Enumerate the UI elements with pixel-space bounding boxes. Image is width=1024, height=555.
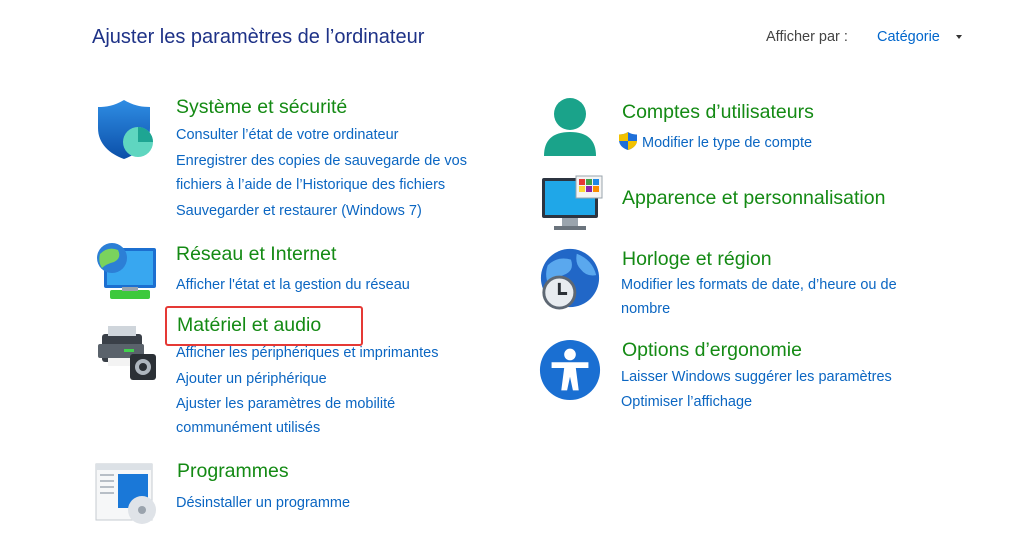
- printer-icon: [98, 326, 156, 380]
- view-by-dropdown[interactable]: Catégorie: [877, 29, 940, 45]
- link-mobility-settings[interactable]: Ajuster les paramètres de mobilité: [176, 392, 395, 417]
- category-network-internet[interactable]: Réseau et Internet: [176, 243, 336, 266]
- link-mobility-settings-cont[interactable]: communément utilisés: [176, 416, 320, 441]
- category-programs[interactable]: Programmes: [177, 460, 289, 483]
- link-date-time-formats-cont[interactable]: nombre: [621, 297, 670, 322]
- user-accounts-icon: [544, 98, 596, 156]
- link-backup-restore[interactable]: Sauvegarder et restaurer (Windows 7): [176, 199, 422, 224]
- category-ease-of-access[interactable]: Options d’ergonomie: [622, 339, 802, 362]
- programs-icon: [95, 463, 156, 524]
- accessibility-icon: [539, 339, 601, 401]
- link-save-backup-copies[interactable]: Enregistrer des copies de sauvegarde de …: [176, 149, 467, 174]
- category-system-security[interactable]: Système et sécurité: [176, 96, 347, 119]
- link-network-status[interactable]: Afficher l'état et la gestion du réseau: [176, 273, 410, 298]
- link-optimize-display[interactable]: Optimiser l’affichage: [621, 390, 752, 415]
- appearance-icon: [542, 175, 603, 230]
- link-windows-suggest-settings[interactable]: Laisser Windows suggérer les paramètres: [621, 365, 892, 390]
- category-clock-region[interactable]: Horloge et région: [622, 248, 772, 271]
- clock-region-icon: [540, 248, 600, 310]
- shield-icon: [98, 100, 153, 159]
- view-by-label: Afficher par :: [766, 29, 848, 45]
- category-user-accounts[interactable]: Comptes d’utilisateurs: [622, 101, 814, 124]
- link-check-computer-status[interactable]: Consulter l’état de votre ordinateur: [176, 123, 398, 148]
- link-change-account-type[interactable]: Modifier le type de compte: [642, 131, 812, 156]
- uac-shield-icon: [619, 132, 637, 150]
- link-devices-printers[interactable]: Afficher les périphériques et imprimante…: [176, 341, 438, 366]
- category-hardware-sound[interactable]: Matériel et audio: [177, 314, 321, 337]
- category-appearance[interactable]: Apparence et personnalisation: [622, 187, 885, 210]
- network-icon: [97, 243, 156, 299]
- link-add-device[interactable]: Ajouter un périphérique: [176, 367, 327, 392]
- link-date-time-formats[interactable]: Modifier les formats de date, d’heure ou…: [621, 273, 897, 298]
- link-uninstall-program[interactable]: Désinstaller un programme: [176, 491, 350, 516]
- link-file-history[interactable]: fichiers à l’aide de l’Historique des fi…: [176, 173, 445, 198]
- dropdown-caret-icon[interactable]: [956, 35, 962, 39]
- page-title: Ajuster les paramètres de l’ordinateur: [92, 26, 425, 48]
